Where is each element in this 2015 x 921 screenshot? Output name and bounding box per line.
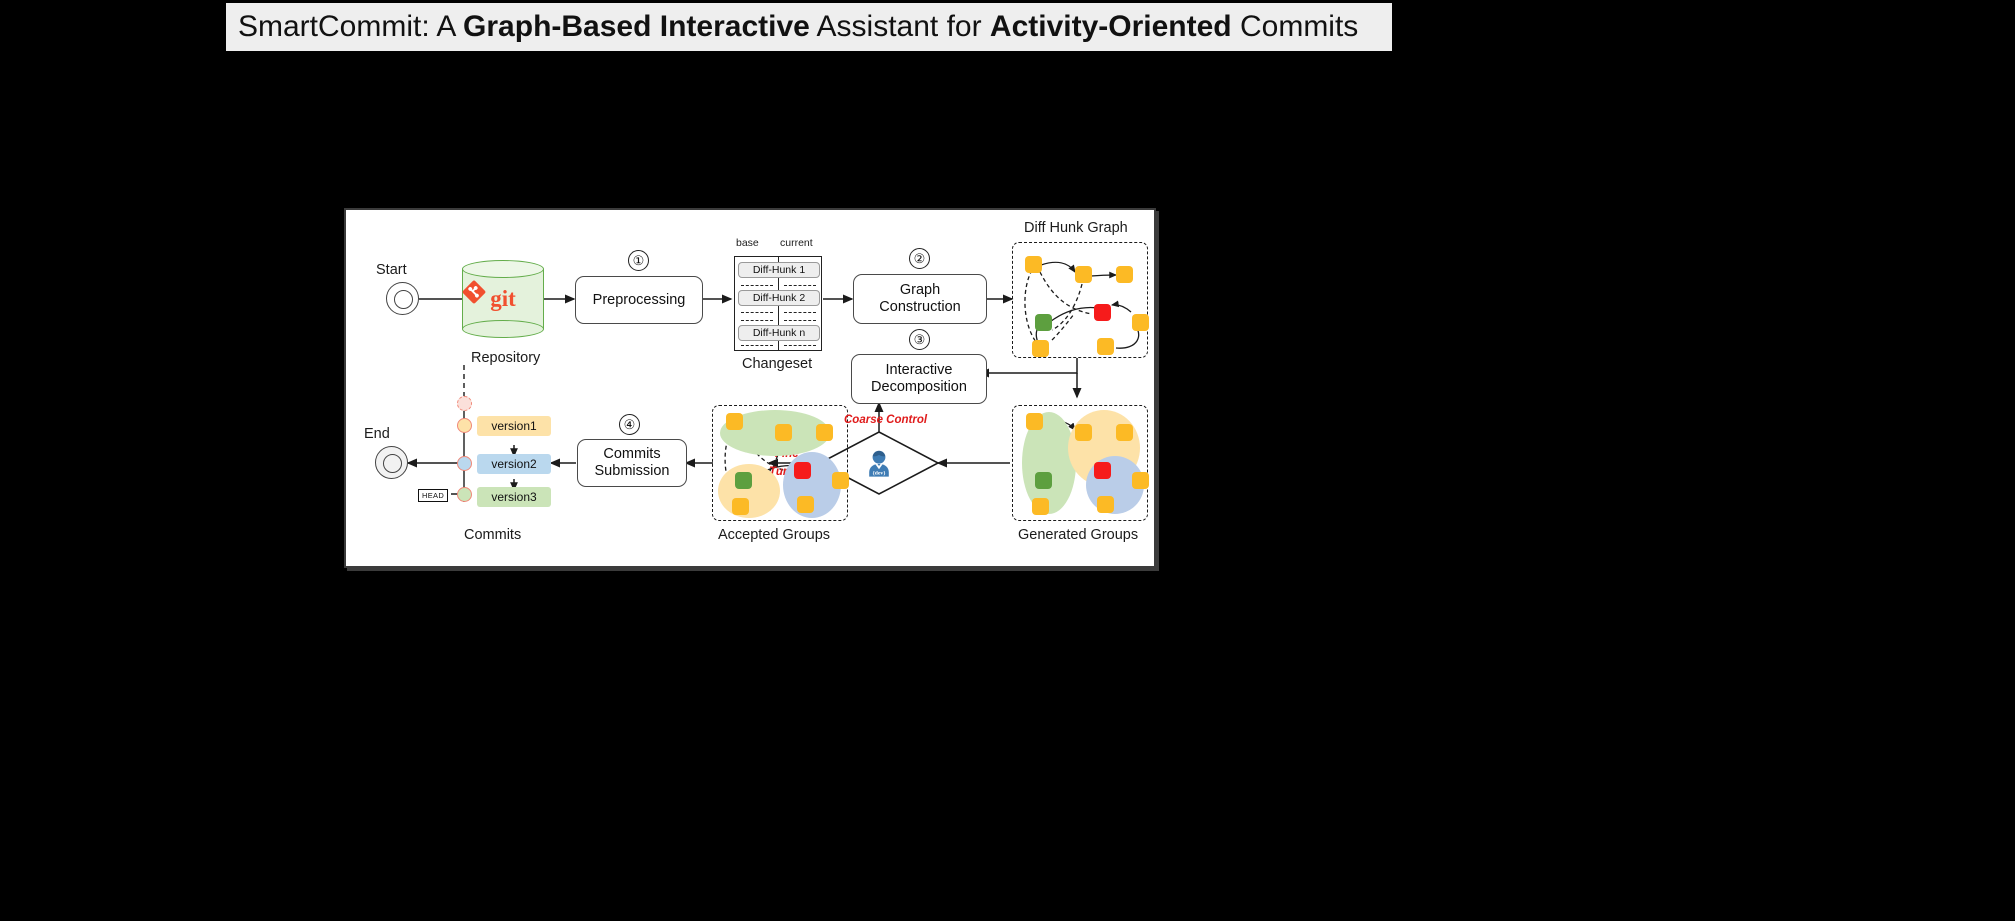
ag-node-2[interactable]	[775, 424, 792, 441]
title-part-4-bold: Activity-Oriented	[989, 10, 1232, 43]
dash-right-3	[784, 320, 816, 321]
diff-hunk-row-2[interactable]: Diff-Hunk 2	[738, 290, 820, 306]
dhg-node-6[interactable]	[1097, 338, 1114, 355]
gg-node-red[interactable]	[1094, 462, 1111, 479]
generated-groups-caption: Generated Groups	[1018, 527, 1139, 543]
commit-dot-version1[interactable]	[457, 418, 472, 433]
title-part-1: SmartCommit: A	[238, 10, 464, 43]
commits-submission-line2: Submission	[594, 463, 670, 479]
dhg-node-1[interactable]	[1025, 256, 1042, 273]
figure-frame: Start End git Repository ① Preprocessing…	[344, 208, 1156, 568]
version-bar-3[interactable]: version3	[477, 487, 551, 507]
commits-submission-line1: Commits	[603, 446, 661, 463]
dhg-node-5[interactable]	[1032, 340, 1049, 357]
changeset-group: base current Diff-Hunk 1 Diff-Hunk 2 Dif…	[734, 237, 822, 352]
start-label: Start	[376, 262, 407, 278]
dhg-node-3[interactable]	[1116, 266, 1133, 283]
repository-cylinder: git	[462, 260, 544, 338]
start-node	[386, 282, 419, 315]
title-part-2-bold: Graph-Based Interactive	[463, 10, 810, 43]
dev-avatar-label: {dev}	[873, 470, 887, 476]
gg-node-green[interactable]	[1035, 472, 1052, 489]
graph-construction-line2: Construction	[879, 299, 961, 315]
version-bar-1[interactable]: version1	[477, 416, 551, 436]
diff-hunk-graph-caption: Diff Hunk Graph	[1024, 220, 1128, 236]
head-tag: HEAD	[418, 489, 449, 502]
changeset-col-base: base	[736, 237, 759, 249]
ag-node-4[interactable]	[832, 472, 849, 489]
gg-node-2[interactable]	[1075, 424, 1092, 441]
title-part-5: Commits	[1231, 10, 1359, 43]
ag-node-red[interactable]	[794, 462, 811, 479]
step-1-badge: ①	[628, 250, 649, 271]
changeset-col-current: current	[780, 237, 813, 249]
figure-canvas: Start End git Repository ① Preprocessing…	[346, 210, 1154, 566]
dhg-node-2[interactable]	[1075, 266, 1092, 283]
dhg-node-red[interactable]	[1094, 304, 1111, 321]
git-diamond-icon	[462, 280, 486, 304]
dash-left-1	[741, 285, 773, 286]
graph-construction-box[interactable]: Graph Construction	[853, 274, 987, 324]
ag-node-5[interactable]	[732, 498, 749, 515]
dash-left-3	[741, 320, 773, 321]
dash-right-2	[784, 312, 816, 313]
step-3-badge: ③	[909, 329, 930, 350]
ag-node-6[interactable]	[797, 496, 814, 513]
commit-dot-pending[interactable]	[457, 396, 472, 411]
gg-node-1[interactable]	[1026, 413, 1043, 430]
commits-caption: Commits	[464, 527, 522, 543]
ag-node-green[interactable]	[735, 472, 752, 489]
git-logo: git	[462, 280, 544, 318]
ag-node-1[interactable]	[726, 413, 743, 430]
dash-left-4	[741, 345, 773, 346]
dhg-node-4[interactable]	[1132, 314, 1149, 331]
diff-hunk-row-n[interactable]: Diff-Hunk n	[738, 325, 820, 341]
end-node	[375, 446, 408, 479]
dev-person-icon: {dev}	[869, 450, 889, 477]
title-banner: SmartCommit: A Graph-Based Interactive A…	[226, 3, 1392, 51]
changeset-caption: Changeset	[742, 356, 813, 372]
gg-node-5[interactable]	[1032, 498, 1049, 515]
cylinder-bottom	[462, 320, 544, 338]
commits-submission-box[interactable]: Commits Submission	[577, 439, 687, 487]
page-title: SmartCommit: A Graph-Based Interactive A…	[226, 10, 1358, 44]
gg-node-4[interactable]	[1132, 472, 1149, 489]
gg-node-3[interactable]	[1116, 424, 1133, 441]
dash-right-4	[784, 345, 816, 346]
interactive-decomposition-line2: Decomposition	[871, 379, 967, 395]
graph-construction-line1: Graph	[899, 282, 941, 299]
changeset-table: Diff-Hunk 1 Diff-Hunk 2 Diff-Hunk n	[734, 256, 822, 351]
gg-node-6[interactable]	[1097, 496, 1114, 513]
title-part-3: Assistant for	[809, 10, 990, 43]
step-4-badge: ④	[619, 414, 640, 435]
step-2-badge: ②	[909, 248, 930, 269]
dhg-node-green[interactable]	[1035, 314, 1052, 331]
commit-dot-version3[interactable]	[457, 487, 472, 502]
coarse-control-label: Coarse Control	[844, 414, 928, 426]
diff-hunk-row-1[interactable]: Diff-Hunk 1	[738, 262, 820, 278]
dash-left-2	[741, 312, 773, 313]
ag-node-3[interactable]	[816, 424, 833, 441]
repository-caption: Repository	[471, 350, 541, 366]
accepted-groups-caption: Accepted Groups	[718, 527, 831, 543]
version-bar-2[interactable]: version2	[477, 454, 551, 474]
end-label: End	[364, 426, 390, 442]
dash-right-1	[784, 285, 816, 286]
git-wordmark: git	[490, 286, 516, 311]
cylinder-top	[462, 260, 544, 278]
interactive-decomposition-box[interactable]: Interactive Decomposition	[851, 354, 987, 404]
developer-avatar[interactable]: {dev}	[862, 447, 896, 481]
commit-dot-version2[interactable]	[457, 456, 472, 471]
interactive-decomposition-line1: Interactive	[885, 362, 953, 379]
preprocessing-box[interactable]: Preprocessing	[575, 276, 703, 324]
